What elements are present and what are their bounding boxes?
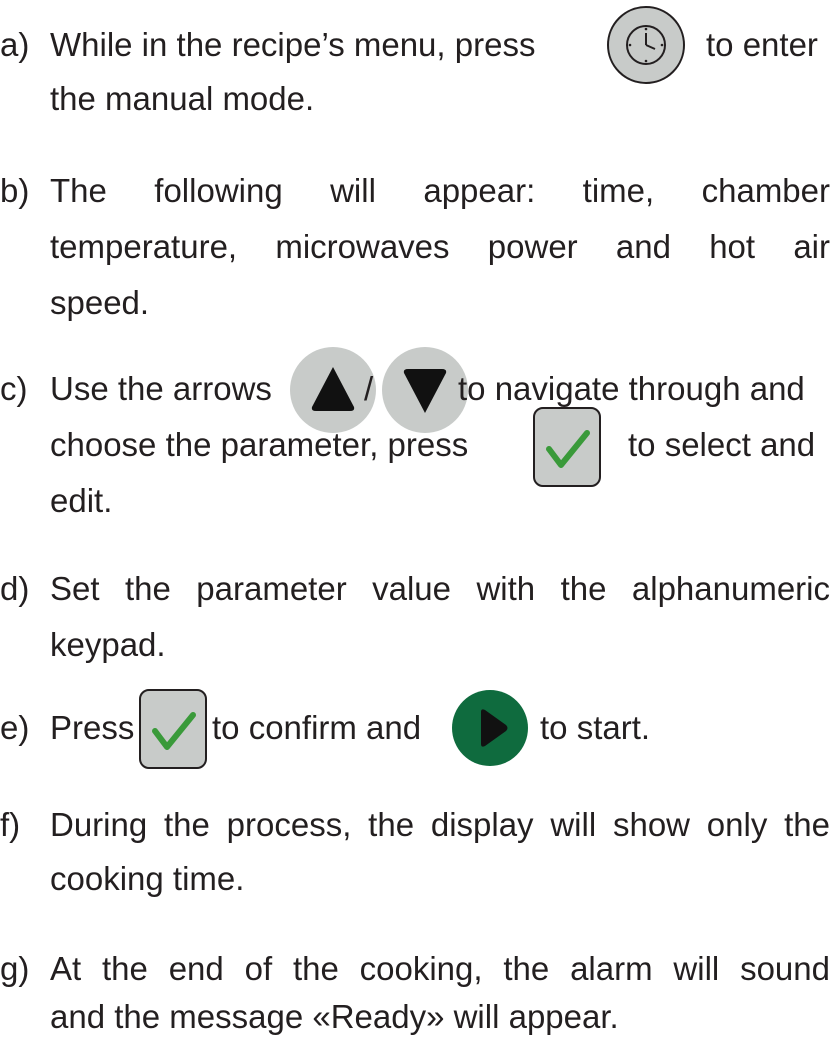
step-text: keypad. (50, 626, 166, 663)
step-text: to select and (628, 426, 816, 463)
play-icon (452, 690, 528, 766)
step-text: During the process, the display will sho… (50, 806, 830, 843)
step-text: speed. (50, 284, 150, 321)
step-text: to enter (706, 26, 818, 63)
clock-icon (607, 6, 685, 84)
check-icon (139, 689, 207, 769)
step-text: to confirm and (212, 709, 422, 746)
step-text: cooking time. (50, 860, 245, 897)
step-text: Use the arrows (50, 370, 272, 407)
step-text: the manual mode. (50, 80, 315, 117)
step-label: f) (0, 806, 21, 843)
step-text: to start. (540, 709, 651, 746)
step-text: / (364, 370, 374, 407)
step-text: temperature, microwaves power and hot ai… (50, 228, 830, 265)
check-icon (533, 407, 601, 487)
step-text: Set the parameter value with the alphanu… (50, 570, 830, 607)
step-text: and the message «Ready» will appear. (50, 998, 619, 1035)
step-text: At the end of the cooking, the alarm wil… (50, 950, 830, 987)
step-text: to navigate through and (458, 370, 805, 407)
step-label: g) (0, 950, 30, 987)
step-label: d) (0, 570, 30, 607)
step-label: a) (0, 26, 30, 63)
manual-mode-instructions: a) While in the recipe’s menu, press to … (0, 0, 838, 1039)
step-text: choose the parameter, press (50, 426, 469, 463)
step-text: While in the recipe’s menu, press (50, 26, 536, 63)
step-text: Press (50, 709, 135, 746)
step-label: c) (0, 370, 28, 407)
step-text: The following will appear: time, chamber (50, 172, 830, 209)
step-label: b) (0, 172, 30, 209)
step-label: e) (0, 709, 30, 746)
step-text: edit. (50, 482, 113, 519)
